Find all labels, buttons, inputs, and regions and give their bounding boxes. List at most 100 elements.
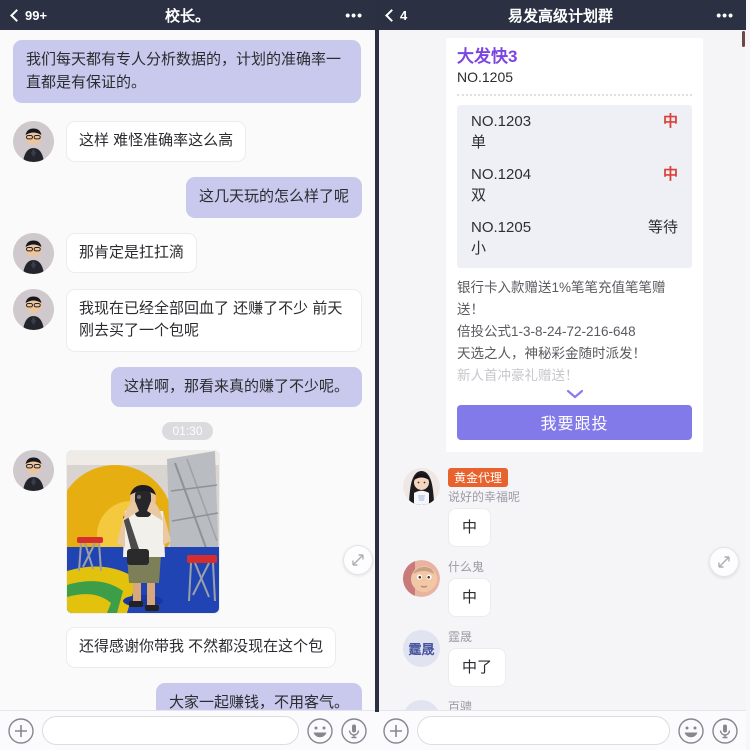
avatar[interactable] — [13, 288, 54, 330]
scrollbar-thumb[interactable] — [742, 31, 745, 47]
chat-bubble: 这样啊，那看来真的赚了不少呢。 — [110, 366, 362, 407]
voice-button[interactable] — [341, 717, 367, 744]
emoji-button[interactable] — [307, 717, 333, 744]
message-row: 这样啊，那看来真的赚了不少呢。 — [13, 366, 362, 407]
scale-window-button[interactable] — [709, 547, 739, 577]
back-button[interactable]: 99+ — [10, 7, 48, 23]
plan-results-table: NO.1203 中 单 NO.1204 中 双 NO.1205 等待 小 — [457, 105, 692, 269]
emoji-button[interactable] — [678, 717, 704, 744]
game-title: 大发快3 — [457, 47, 518, 66]
message-content: 百骋 五连中，计划牛逼啊。 — [448, 700, 626, 710]
promo-line: 银行卡入款赠送1%笔笔充值笔笔赠送！ — [457, 280, 666, 318]
smiley-icon — [307, 717, 333, 744]
chat-bubble: 中了 — [448, 647, 507, 687]
chat-bubble: 大家一起赚钱，不用客气。 — [155, 682, 362, 710]
left-chat-header: 99+ 校长。 ••• — [0, 0, 375, 30]
attach-plus-button[interactable] — [8, 717, 34, 744]
voice-button[interactable] — [712, 717, 738, 744]
message-row: 我们每天都有专人分析数据的，计划的准确率一直都是有保证的。 — [13, 40, 362, 103]
message-row: 我现在已经全部回血了 还赚了不少 前天刚去买了一个包呢 — [13, 288, 362, 352]
row-pick: 小 — [471, 240, 487, 258]
member-name: 百骋 — [448, 699, 473, 710]
chat-bubble: 还得感谢你带我 不然都没现在这个包 — [66, 627, 337, 668]
panel-divider — [375, 0, 379, 712]
timestamp: 01:30 — [162, 422, 213, 440]
message-row: 百骋 百骋 五连中，计划牛逼啊。 — [403, 699, 736, 710]
message-row: 那肯定是扛扛滴 — [13, 232, 362, 274]
message-input[interactable] — [42, 716, 299, 745]
chat-bubble: 这样 难怪准确率这么高 — [66, 121, 247, 162]
chat-bubble: 这几天玩的怎么样了呢 — [185, 177, 362, 218]
right-chat-header: 4 易发高级计划群 ••• — [375, 0, 746, 30]
timestamp-row: 01:30 — [13, 422, 362, 440]
message-row — [13, 450, 362, 614]
chat-title: 校长。 — [164, 7, 210, 25]
member-badge: 黄金代理 — [448, 467, 509, 487]
more-menu-button[interactable]: ••• — [345, 8, 363, 22]
left-input-bar — [0, 710, 375, 750]
scale-window-button[interactable] — [343, 545, 373, 575]
photo-image — [67, 451, 219, 613]
girl-avatar-icon — [403, 467, 440, 505]
message-row: 什么鬼 中 — [403, 559, 736, 617]
avatar[interactable] — [13, 232, 54, 274]
avatar[interactable] — [403, 559, 440, 597]
message-row: 大家一起赚钱，不用客气。 — [13, 682, 362, 710]
message-input[interactable] — [417, 716, 670, 745]
avatar[interactable] — [13, 121, 54, 162]
avatar[interactable]: 百骋 — [403, 699, 440, 710]
row-result: 中 — [662, 166, 678, 184]
expand-chevron-icon[interactable] — [566, 389, 584, 399]
man-avatar-icon — [13, 288, 54, 330]
chat-bubble: 中 — [448, 577, 492, 617]
plan-row: NO.1203 中 单 — [457, 107, 692, 160]
baby-avatar-icon — [403, 559, 440, 597]
member-name: 什么鬼 — [448, 559, 485, 574]
message-content: 黄金代理 说好的幸福呢 中 — [448, 467, 521, 547]
chat-bubble: 我现在已经全部回血了 还赚了不少 前天刚去买了一个包呢 — [66, 288, 362, 352]
back-chevron-icon — [385, 9, 398, 22]
message-row: 这几天玩的怎么样了呢 — [13, 177, 362, 218]
message-row: 还得感谢你带我 不然都没现在这个包 — [13, 627, 362, 668]
right-chat-messages: 大发快3 NO.1205 NO.1203 中 单 NO.1204 中 双 NO.… — [375, 30, 746, 710]
row-pick: 双 — [471, 187, 487, 205]
chat-bubble: 我们每天都有专人分析数据的，计划的准确率一直都是有保证的。 — [13, 40, 361, 103]
dual-chat-screenshot: 99+ 校长。 ••• 我们每天都有专人分析数据的，计划的准确率一直都是有保证的… — [0, 0, 750, 750]
photo-message[interactable] — [66, 450, 220, 614]
promo-line: 天选之人，神秘彩金随时派发！ — [457, 345, 646, 361]
avatar[interactable]: 霆晟 — [403, 629, 440, 667]
message-row: 黄金代理 说好的幸福呢 中 — [403, 467, 736, 547]
left-chat-messages: 我们每天都有专人分析数据的，计划的准确率一直都是有保证的。 这样 难怪准确率这么… — [0, 30, 375, 710]
row-issue: NO.1203 — [471, 113, 532, 131]
plan-row: NO.1205 等待 小 — [457, 213, 692, 266]
right-chat-panel: 4 易发高级计划群 ••• 大发快3 NO.1205 NO.1203 中 单 N… — [375, 0, 746, 750]
row-result: 等待 — [647, 219, 678, 237]
smiley-icon — [678, 717, 704, 744]
man-avatar-icon — [13, 121, 54, 162]
row-issue: NO.1204 — [471, 166, 532, 184]
avatar[interactable] — [403, 467, 440, 505]
microphone-icon — [712, 717, 738, 744]
chat-bubble: 那肯定是扛扛滴 — [66, 232, 198, 273]
right-input-bar — [375, 710, 746, 750]
avatar[interactable] — [13, 450, 54, 491]
back-button[interactable]: 4 — [385, 8, 407, 23]
row-result: 中 — [662, 113, 678, 131]
chat-title: 易发高级计划群 — [507, 7, 613, 25]
message-row: 霆晟 霆晟 中了 — [403, 629, 736, 687]
promo-text: 银行卡入款赠送1%笔笔充值笔笔赠送！ 倍投公式1-3-8-24-72-216-6… — [457, 277, 692, 386]
unread-count: 99+ — [25, 7, 48, 23]
row-pick: 单 — [471, 134, 487, 152]
more-menu-button[interactable]: ••• — [716, 8, 734, 22]
message-content: 什么鬼 中 — [448, 559, 492, 617]
member-name: 说好的幸福呢 — [448, 489, 521, 504]
plus-icon — [383, 717, 409, 744]
plan-row: NO.1204 中 双 — [457, 160, 692, 213]
resize-arrows-icon — [352, 554, 364, 566]
man-avatar-icon — [13, 232, 54, 274]
dotted-divider — [457, 94, 692, 97]
attach-plus-button[interactable] — [383, 717, 409, 744]
current-issue: NO.1205 — [457, 69, 514, 86]
back-chevron-icon — [10, 9, 23, 22]
follow-bet-button[interactable]: 我要跟投 — [457, 404, 692, 440]
